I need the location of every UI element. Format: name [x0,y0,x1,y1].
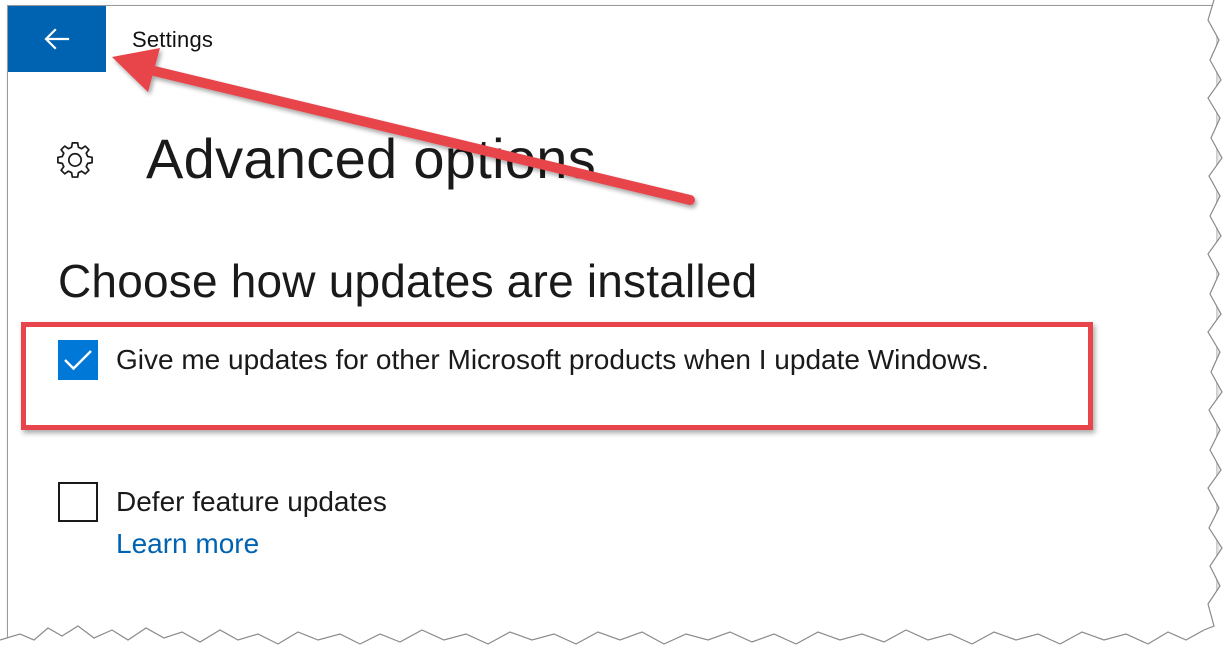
other-products-checkbox[interactable] [58,340,98,380]
section-title: Choose how updates are installed [58,255,758,307]
defer-features-checkbox[interactable] [58,482,98,522]
checkmark-icon [64,350,92,371]
defer-features-option[interactable]: Defer feature updates Learn more [58,482,387,566]
back-button[interactable] [8,6,106,72]
settings-window: Settings Advanced options Choose how upd… [7,5,1216,656]
defer-features-label[interactable]: Defer feature updates [116,482,387,522]
window-title: Settings [132,27,214,52]
gear-icon [57,141,93,178]
back-arrow-icon [44,28,70,50]
page-header: Advanced options [56,124,596,194]
other-products-option[interactable]: Give me updates for other Microsoft prod… [58,340,989,380]
screenshot-stage: Settings Advanced options Choose how upd… [0,0,1225,660]
page-title: Advanced options [146,127,597,190]
other-products-label[interactable]: Give me updates for other Microsoft prod… [116,340,989,380]
learn-more-link[interactable]: Learn more [116,522,387,566]
defer-features-body: Defer feature updates Learn more [98,482,387,566]
title-bar: Settings [8,6,1216,72]
